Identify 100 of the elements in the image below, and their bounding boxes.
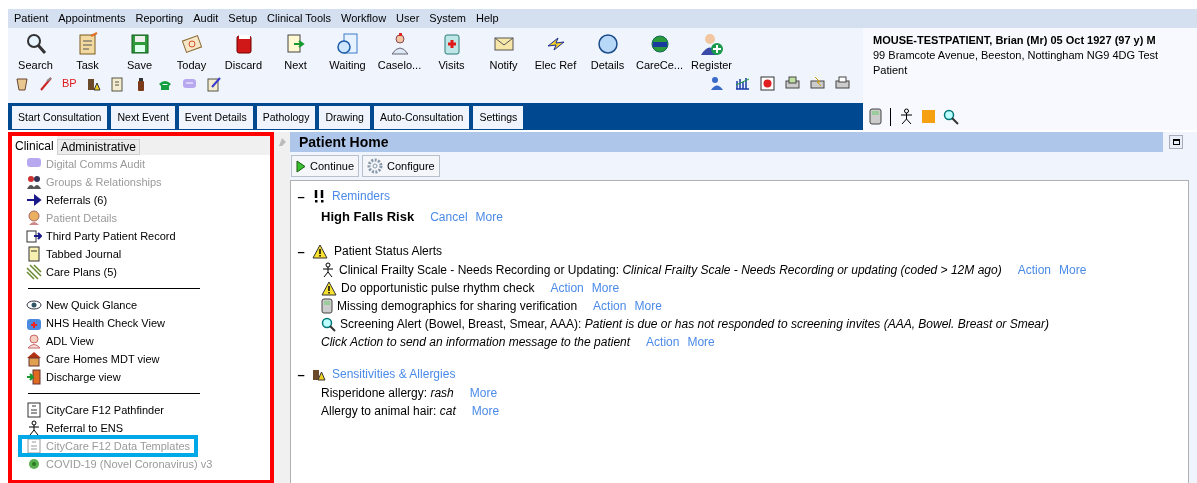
- collapse-toggle[interactable]: –: [296, 367, 306, 381]
- section-link[interactable]: Reminders: [332, 187, 391, 205]
- bar-chart-icon[interactable]: [734, 75, 751, 92]
- link[interactable]: More: [1059, 261, 1087, 279]
- link[interactable]: More: [471, 402, 500, 420]
- toolbar-button[interactable]: Configure: [362, 155, 440, 177]
- arrow-icon: [26, 192, 42, 208]
- sidebar-item[interactable]: CityCare F12 Pathfinder: [26, 401, 170, 419]
- warning-icon: [312, 243, 328, 259]
- link[interactable]: Action: [550, 279, 584, 297]
- maximize-button[interactable]: [1169, 135, 1183, 149]
- menu-item[interactable]: Help: [476, 13, 499, 24]
- stick-figure-icon: [321, 262, 335, 278]
- cup-icon[interactable]: [14, 75, 30, 92]
- menu-item[interactable]: Patient: [14, 13, 49, 24]
- link[interactable]: More: [687, 333, 715, 351]
- panel-title: Patient Home: [290, 132, 1163, 152]
- sidebar-item[interactable]: Referral to ENS: [26, 419, 130, 437]
- reminder-text: High Falls Risk: [321, 208, 415, 227]
- link[interactable]: More: [475, 208, 503, 226]
- circle-icon: [595, 32, 620, 56]
- printer-icon[interactable]: [834, 75, 851, 92]
- toolbar-button[interactable]: Visits: [428, 32, 475, 71]
- document-pen-icon[interactable]: [204, 75, 221, 92]
- link[interactable]: Action: [1017, 261, 1051, 279]
- menu-item[interactable]: Reporting: [135, 13, 184, 24]
- double-exclamation-icon: [312, 189, 326, 203]
- toolbar-button[interactable]: Waiting: [324, 32, 371, 71]
- toolbar-button[interactable]: Register: [688, 32, 735, 71]
- sidebar-item[interactable]: Third Party Patient Record: [26, 227, 182, 245]
- alert-text: Do opportunistic pulse rhythm check: [341, 280, 535, 297]
- action-tab[interactable]: Pathology: [256, 106, 316, 129]
- link[interactable]: Action: [646, 333, 680, 351]
- toolbar-button[interactable]: Caselo...: [376, 32, 423, 71]
- pane-tab[interactable]: Administrative: [56, 139, 141, 155]
- sidebar-item[interactable]: Care Homes MDT view: [26, 350, 166, 368]
- person-plus-icon: [699, 32, 724, 56]
- link[interactable]: More: [469, 384, 498, 402]
- person-icon: [26, 210, 42, 226]
- notebook-icon: [26, 246, 42, 262]
- section-title: Patient Status Alerts: [334, 243, 443, 260]
- action-tab[interactable]: Start Consultation: [12, 106, 108, 129]
- printer-icon[interactable]: [784, 75, 801, 92]
- toolbar-button[interactable]: Details: [584, 32, 631, 71]
- patient-name: MOUSE-TESTPATIENT, Brian (Mr) 05 Oct 1927 (97 y) M: [873, 33, 1157, 48]
- menu-item[interactable]: Appointments: [58, 13, 126, 24]
- people-map-icon[interactable]: [709, 75, 726, 92]
- pen-icon[interactable]: [38, 75, 54, 92]
- alert-text: Risperidone allergy: rash: [321, 385, 454, 402]
- action-tab[interactable]: Next Event: [111, 106, 175, 129]
- toolbar-button[interactable]: Continue: [291, 155, 360, 177]
- people-icon: [26, 174, 42, 190]
- action-tab[interactable]: Auto-Consultation: [373, 106, 470, 129]
- section-link[interactable]: Sensitivities & Allergies: [332, 365, 456, 383]
- menu-item[interactable]: User: [396, 13, 420, 24]
- toolbar-button[interactable]: CareCe...: [636, 32, 683, 71]
- magnifier-icon[interactable]: [943, 108, 959, 125]
- stick-figure-icon[interactable]: [899, 108, 914, 125]
- sidebar-item[interactable]: NHS Health Check View: [26, 314, 171, 332]
- action-tab[interactable]: Event Details: [178, 106, 253, 129]
- alert-text: Missing demographics for sharing verification: [337, 298, 578, 315]
- collapse-toggle[interactable]: –: [296, 244, 306, 258]
- link[interactable]: More: [591, 279, 620, 297]
- door-icon: [26, 369, 42, 385]
- sidebar-item[interactable]: ADL View: [26, 332, 100, 350]
- magnifier-icon: [321, 316, 336, 332]
- toolbar-button[interactable]: Task: [64, 32, 111, 71]
- toolbar-button[interactable]: Notify: [480, 32, 527, 71]
- warning-bottle-icon: [312, 367, 326, 381]
- toolbar-button[interactable]: Next: [272, 32, 319, 71]
- calculator-icon[interactable]: [869, 108, 882, 125]
- toolbar-button[interactable]: Elec Ref: [532, 32, 579, 71]
- sidebar-item[interactable]: New Quick Glance: [26, 296, 144, 314]
- toolbar-button[interactable]: Search: [12, 32, 59, 71]
- link[interactable]: Cancel: [430, 208, 468, 226]
- sidebar-item[interactable]: Referrals (6): [26, 191, 114, 209]
- bp-tool[interactable]: BP: [62, 78, 77, 89]
- sidebar-item[interactable]: Tabbed Journal: [26, 245, 128, 263]
- menu-item[interactable]: Setup: [228, 13, 258, 24]
- printer-icon[interactable]: [809, 75, 826, 92]
- virus-icon: [26, 456, 42, 472]
- toolbar-button[interactable]: Save: [116, 32, 163, 71]
- toolbar-button[interactable]: Discard: [220, 32, 267, 71]
- alert-text: Click Action to send an information message to the patient: [321, 334, 631, 351]
- gear-icon: [367, 158, 384, 174]
- menu-item[interactable]: Audit: [193, 13, 219, 24]
- sidebar-item[interactable]: Care Plans (5): [26, 263, 123, 281]
- toolbar-button[interactable]: Today: [168, 32, 215, 71]
- collapse-toggle[interactable]: –: [296, 189, 306, 203]
- action-tab[interactable]: Drawing: [319, 106, 370, 129]
- menu-item[interactable]: Workflow: [341, 13, 387, 24]
- stick-figure-icon: [26, 420, 42, 436]
- link[interactable]: Action: [593, 297, 627, 315]
- action-tab[interactable]: Settings: [473, 106, 524, 129]
- link[interactable]: More: [634, 297, 662, 315]
- menu-item[interactable]: System: [429, 13, 466, 24]
- sidebar-item[interactable]: Discharge view: [26, 368, 127, 386]
- pane-tab[interactable]: Clinical: [12, 136, 57, 155]
- menu-item[interactable]: Clinical Tools: [267, 13, 332, 24]
- patient-address: 99 Bramcote Avenue, Beeston, Nottingham NG9 4DG Test Patient: [873, 48, 1160, 78]
